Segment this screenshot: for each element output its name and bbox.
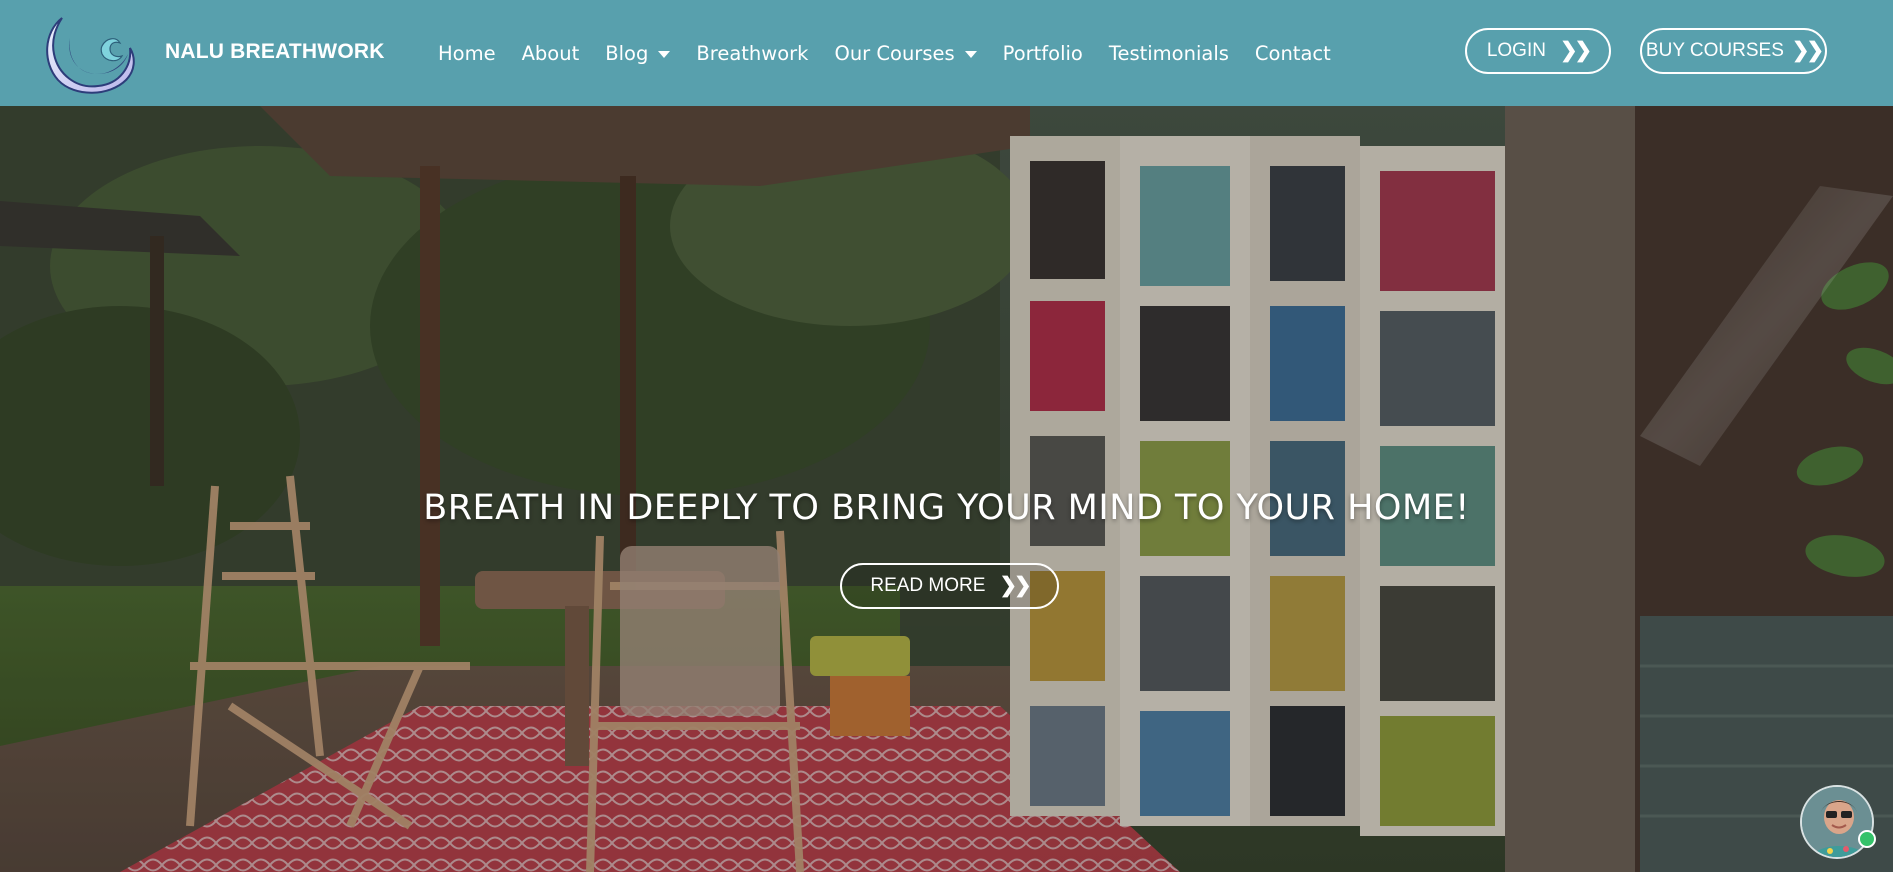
double-chevron-right-icon: ❯❯ <box>999 573 1031 597</box>
caret-down-icon <box>658 50 671 58</box>
nav-testimonials[interactable]: Testimonials <box>1109 42 1229 65</box>
moon-wave-logo-icon <box>46 17 135 94</box>
chat-avatar-button[interactable] <box>1800 785 1874 859</box>
nav-home[interactable]: Home <box>438 42 496 65</box>
nav-about-label: About <box>521 41 580 65</box>
double-chevron-right-icon: ❯❯ <box>1559 38 1592 62</box>
nav-our-courses-label: Our Courses <box>834 41 955 65</box>
brand-logo[interactable] <box>40 10 140 94</box>
brand-name[interactable]: NALU BREATHWORK <box>165 40 385 64</box>
nav-contact-label: Contact <box>1254 41 1331 65</box>
nav-blog[interactable]: Blog <box>605 41 671 65</box>
hero-headline: BREATH IN DEEPLY TO BRING YOUR MIND TO Y… <box>423 488 1470 528</box>
site-header: NALU BREATHWORK Home About Blog Breathwo… <box>0 0 1893 106</box>
nav-breathwork[interactable]: Breathwork <box>696 42 808 65</box>
read-more-button[interactable]: READ MORE ❯❯ <box>840 563 1059 609</box>
double-chevron-right-icon: ❯❯ <box>1791 38 1824 62</box>
nav-blog-label: Blog <box>605 41 649 65</box>
login-label: LOGIN <box>1486 40 1546 61</box>
nav-breathwork-label: Breathwork <box>696 41 809 65</box>
nav-home-label: Home <box>438 41 496 65</box>
read-more-label: READ MORE <box>870 575 986 596</box>
nav-testimonials-label: Testimonials <box>1108 41 1229 65</box>
hero-section: BREATH IN DEEPLY TO BRING YOUR MIND TO Y… <box>0 106 1893 872</box>
login-button[interactable]: LOGIN ❯❯ <box>1465 28 1611 74</box>
main-nav: Home About Blog Breathwork Our Courses P… <box>438 38 1357 68</box>
buy-courses-label: BUY COURSES <box>1645 40 1784 61</box>
buy-courses-button[interactable]: BUY COURSES ❯❯ <box>1640 28 1827 74</box>
nav-contact[interactable]: Contact <box>1255 42 1331 65</box>
nav-portfolio[interactable]: Portfolio <box>1003 42 1083 65</box>
nav-about[interactable]: About <box>522 42 580 65</box>
nav-portfolio-label: Portfolio <box>1002 41 1083 65</box>
nav-our-courses[interactable]: Our Courses <box>834 41 977 65</box>
caret-down-icon <box>964 50 977 58</box>
online-status-dot <box>1858 830 1876 848</box>
